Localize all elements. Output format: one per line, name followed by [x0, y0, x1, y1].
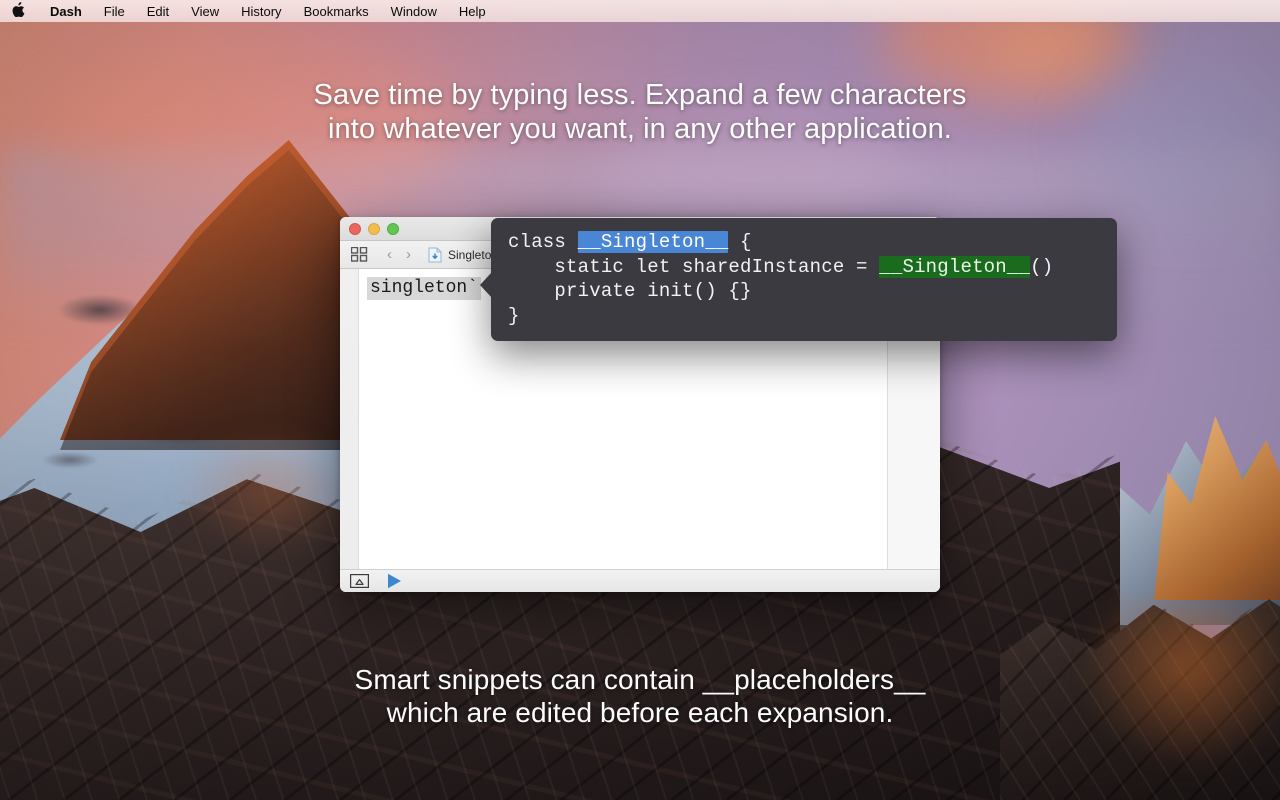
code-line4: } [508, 304, 520, 327]
apple-menu-icon[interactable] [12, 1, 25, 20]
menu-bar: Dash File Edit View History Bookmarks Wi… [0, 0, 1280, 22]
editor-gutter [340, 269, 359, 569]
placeholder-selected[interactable]: __Singleton__ [577, 231, 729, 253]
close-button[interactable] [349, 222, 361, 235]
minimize-button[interactable] [368, 222, 380, 235]
snippet-abbreviation-field[interactable]: singleton` [367, 277, 482, 300]
document-icon [428, 247, 442, 263]
window-bottom-toolbar [340, 569, 940, 592]
top-caption-line-2: into whatever you want, in any other app… [328, 113, 952, 146]
placeholder-linked[interactable]: __Singleton__ [879, 255, 1031, 278]
top-caption: Save time by typing less. Expand a few c… [0, 78, 1280, 146]
menu-item-bookmarks[interactable]: Bookmarks [293, 4, 380, 19]
menu-item-dash[interactable]: Dash [39, 4, 93, 19]
menu-item-edit[interactable]: Edit [136, 4, 180, 19]
back-button[interactable]: ‹ [380, 247, 399, 262]
menu-item-window[interactable]: Window [380, 4, 448, 19]
top-caption-line-1: Save time by typing less. Expand a few c… [313, 79, 967, 111]
menu-item-file[interactable]: File [93, 4, 136, 19]
bottom-caption-line-1: Smart snippets can contain __placeholder… [354, 664, 926, 695]
snippet-preview-popup: class __Singleton__ { static let sharedI… [480, 218, 1117, 341]
play-button[interactable] [387, 573, 402, 589]
code-line1-pre: class [508, 231, 578, 253]
code-line3: private init() {} [508, 280, 752, 302]
bottom-caption: Smart snippets can contain __placeholder… [0, 663, 1280, 729]
bottom-caption-line-2: which are edited before each expansion. [386, 697, 894, 729]
export-icon[interactable] [350, 574, 369, 588]
code-line2-post: () [1030, 255, 1054, 278]
menu-item-history[interactable]: History [230, 4, 292, 19]
code-line2-pre: static let sharedInstance = [508, 255, 880, 278]
grid-icon[interactable] [350, 247, 368, 263]
popup-tail [480, 272, 492, 298]
snippet-code-preview: class __Singleton__ { static let sharedI… [491, 230, 1117, 328]
forward-button[interactable]: › [399, 247, 418, 262]
menu-item-help[interactable]: Help [448, 4, 497, 19]
menu-item-view[interactable]: View [180, 4, 230, 19]
zoom-button[interactable] [387, 222, 399, 235]
code-line1-post: { [728, 231, 752, 253]
